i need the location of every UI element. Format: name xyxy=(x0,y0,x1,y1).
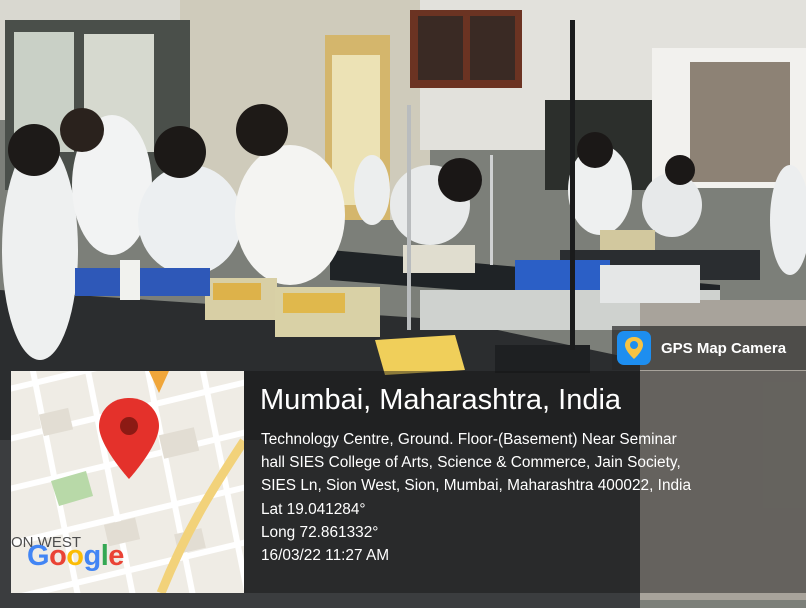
address-line: Technology Centre, Ground. Floor-(Baseme… xyxy=(261,431,677,448)
google-logo: Google xyxy=(27,540,124,572)
badge-label: GPS Map Camera xyxy=(661,339,787,357)
map-pin-icon xyxy=(617,331,651,365)
address-line: SIES Ln, Sion West, Sion, Mumbai, Mahara… xyxy=(261,477,692,495)
gps-camera-badge: GPS Map Camera xyxy=(612,326,806,370)
place-title: Mumbai, Maharashtra, India xyxy=(260,384,622,416)
address-line: hall SIES College of Arts, Science & Com… xyxy=(261,454,681,472)
location-details: Technology Centre, Ground. Floor-(Baseme… xyxy=(261,428,801,567)
datetime: 16/03/22 11:27 AM xyxy=(261,547,390,565)
latitude: Lat 19.041284° xyxy=(261,500,366,518)
longitude: Long 72.861332° xyxy=(261,523,379,541)
